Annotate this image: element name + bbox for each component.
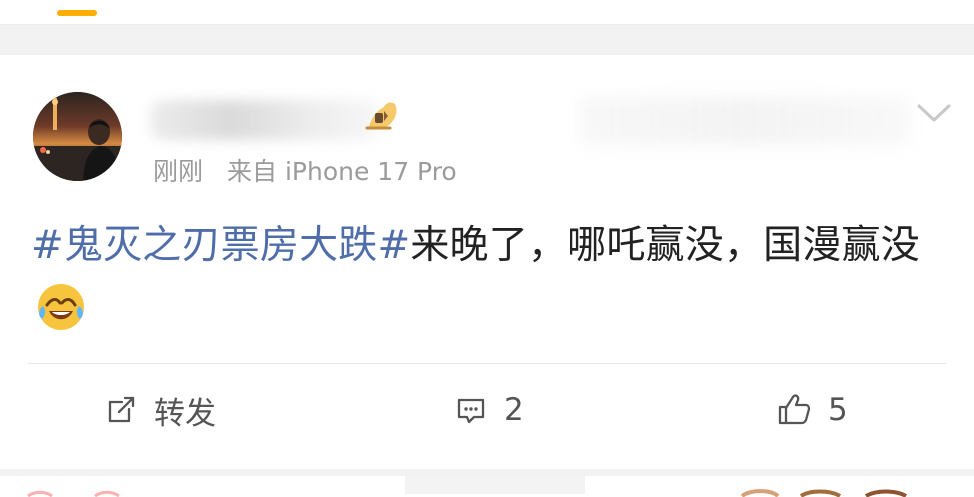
- post-hashtag[interactable]: #鬼灭之刃票房大跌#: [31, 223, 410, 268]
- active-tab-indicator: [57, 10, 97, 16]
- like-button[interactable]: 5: [776, 390, 848, 430]
- header-obscured-area: [580, 97, 910, 145]
- next-card-peek: [0, 476, 974, 497]
- screen: 刚刚 来自 iPhone 17 Pro #鬼灭之刃票房大跌#来晚了，哪吒赢没，国…: [0, 0, 974, 497]
- repost-button[interactable]: 转发: [104, 390, 216, 432]
- repost-label: 转发: [154, 395, 216, 432]
- section-gap-top: [0, 25, 974, 55]
- post-meta: 刚刚 来自 iPhone 17 Pro: [153, 153, 457, 187]
- avatar[interactable]: [33, 92, 122, 181]
- thumbs-up-icon: [778, 394, 811, 425]
- post-options-button[interactable]: [915, 99, 953, 127]
- top-tab-strip: [0, 0, 974, 24]
- post-card: 刚刚 来自 iPhone 17 Pro #鬼灭之刃票房大跌#来晚了，哪吒赢没，国…: [0, 55, 974, 469]
- repost-icon: [108, 396, 135, 423]
- badge-icon: [362, 99, 400, 133]
- username-obscured: [150, 100, 380, 140]
- post-timestamp: 刚刚: [153, 157, 204, 186]
- laughing-tears-emoji-icon: [35, 281, 87, 333]
- like-count: 5: [828, 392, 848, 428]
- comment-count: 2: [504, 392, 524, 428]
- post-actions: 转发 2 5: [0, 364, 974, 469]
- post-body: #鬼灭之刃票房大跌#来晚了，哪吒赢没，国漫赢没: [31, 212, 951, 346]
- comment-button[interactable]: 2: [454, 390, 524, 430]
- post-source: 来自 iPhone 17 Pro: [227, 157, 457, 186]
- comment-icon: [457, 398, 485, 424]
- post-body-text: 来晚了，哪吒赢没，国漫赢没: [410, 223, 920, 268]
- chevron-down-icon: [917, 104, 951, 122]
